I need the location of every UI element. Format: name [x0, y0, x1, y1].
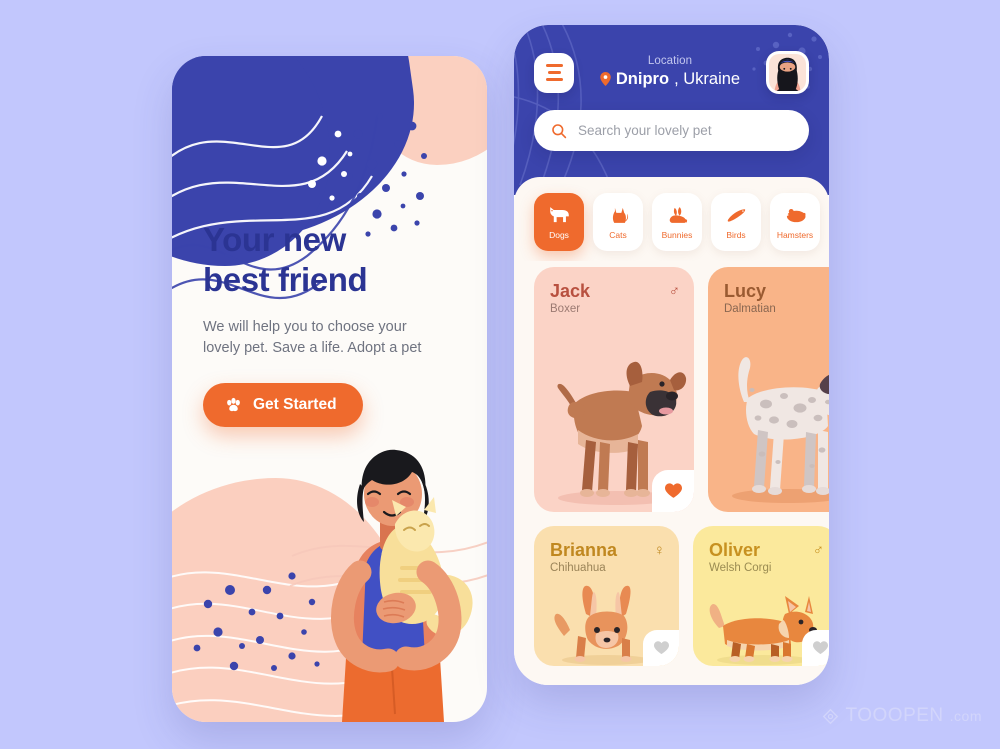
cat-icon: [612, 207, 628, 223]
hamburger-menu-button[interactable]: [534, 52, 574, 93]
onboarding-copy: Your new best friend We will help you to…: [203, 220, 461, 428]
get-started-button[interactable]: Get Started: [203, 383, 363, 428]
pet-name: Brianna: [550, 540, 618, 560]
pet-card-header: Lucy ♂ Dalmatian: [708, 267, 829, 315]
category-label-dogs: Dogs: [549, 229, 569, 240]
category-chip-birds[interactable]: Birds: [711, 193, 761, 251]
title-line-2: best friend: [203, 261, 368, 299]
pet-breed: Chihuahua: [550, 562, 606, 574]
paw-icon: [227, 397, 240, 412]
page-subtitle: We will help you to choose your lovely p…: [203, 318, 422, 356]
app-header: Location Dnipro, Ukraine: [514, 25, 829, 195]
pet-breed: Dalmatian: [724, 303, 776, 315]
pet-card-lucy[interactable]: Lucy ♂ Dalmatian: [708, 267, 829, 512]
bunny-icon: [669, 206, 687, 223]
onboarding-phone: Your new best friend We will help you to…: [172, 56, 487, 722]
location-label: Location: [647, 54, 693, 67]
map-pin-icon: [600, 72, 611, 86]
watermark-brand: TOOOPEN: [845, 705, 944, 726]
bird-icon: [727, 208, 745, 222]
page-title: Your new best friend: [203, 220, 461, 301]
hamburger-bar-3: [545, 78, 563, 81]
location-country: , Ukraine: [674, 69, 741, 88]
pet-card-header: Jack ♂ Boxer: [534, 267, 694, 315]
pet-name-row: Brianna ♀: [550, 540, 665, 561]
category-label-cats: Cats: [609, 229, 627, 240]
avatar[interactable]: [765, 51, 809, 94]
search-bar[interactable]: [534, 110, 809, 151]
user-avatar-icon: [768, 54, 806, 91]
category-label-bunnies: Bunnies: [661, 229, 693, 240]
get-started-label: Get Started: [253, 396, 337, 414]
hamburger-bar-2: [547, 71, 561, 74]
favorite-button-oliver[interactable]: [802, 630, 829, 666]
heart-icon-filled: [664, 483, 682, 498]
woman-with-cat-illustration: [331, 449, 473, 722]
gender-icon-female: ♀: [653, 542, 665, 559]
pet-card-header: Brianna ♀ Chihuahua: [534, 526, 679, 574]
pet-card-grid: Jack ♂ Boxer Lucy Dalmatian Brianna ♀ Ch…: [514, 261, 829, 666]
category-chip-dogs[interactable]: Dogs: [534, 193, 584, 251]
category-label-hamsters: Hamsters: [776, 229, 814, 240]
pet-app-phone: Location Dnipro, Ukraine Search your lov…: [514, 25, 829, 685]
pet-name-row: Oliver ♂: [709, 540, 824, 561]
hamster-icon: [786, 208, 805, 222]
title-line-1: Your new: [203, 221, 346, 258]
pet-card-oliver[interactable]: Oliver ♂ Welsh Corgi: [693, 526, 829, 666]
pet-card-brianna[interactable]: Brianna ♀ Chihuahua: [534, 526, 679, 666]
favorite-button-jack[interactable]: [652, 470, 694, 512]
watermark-suffix: .com: [949, 708, 982, 724]
location-value: Dnipro, Ukraine: [600, 70, 740, 89]
search-icon: [552, 123, 567, 138]
heart-icon-outline: [653, 641, 669, 654]
location-city: Dnipro: [615, 69, 670, 88]
pet-card-jack[interactable]: Jack ♂ Boxer: [534, 267, 694, 512]
category-label-birds: Birds: [726, 229, 746, 240]
pet-row-top: Jack ♂ Boxer Lucy Dalmatian: [534, 267, 829, 512]
category-chip-hamsters[interactable]: Hamsters: [770, 193, 820, 251]
pet-name: Jack: [550, 281, 591, 301]
category-chip-bunnies[interactable]: Bunnies: [652, 193, 702, 251]
pet-illustration-dalmatian: [708, 330, 829, 512]
category-chip-cats[interactable]: Cats: [593, 193, 643, 251]
watermark: TOOOPEN .com: [822, 705, 982, 727]
search-input[interactable]: [578, 123, 792, 138]
pet-row-bottom: Brianna ♀ Chihuahua Oliver ♂ Welsh Corgi: [534, 526, 829, 666]
pet-card-header: Oliver ♂ Welsh Corgi: [693, 526, 829, 574]
app-content: Dogs Cats Bunnies Birds Hamsters Jack ♂ …: [514, 177, 829, 685]
header-top-row: Location Dnipro, Ukraine: [514, 25, 829, 94]
diamond-icon: [823, 708, 839, 724]
dog-icon: [549, 206, 569, 222]
gender-icon-male: ♂: [812, 542, 824, 559]
pet-name-row: Lucy ♂: [724, 281, 829, 302]
pet-name: Lucy: [724, 281, 767, 301]
heart-icon-outline: [812, 641, 828, 654]
category-list[interactable]: Dogs Cats Bunnies Birds Hamsters: [514, 177, 829, 261]
pet-breed: Welsh Corgi: [709, 562, 772, 574]
location-block[interactable]: Location Dnipro, Ukraine: [600, 55, 740, 89]
pet-breed: Boxer: [550, 303, 581, 315]
gender-icon-male: ♂: [668, 283, 680, 300]
pet-name: Oliver: [709, 540, 761, 560]
hamburger-bar-1: [545, 64, 563, 67]
pet-name-row: Jack ♂: [550, 281, 680, 302]
